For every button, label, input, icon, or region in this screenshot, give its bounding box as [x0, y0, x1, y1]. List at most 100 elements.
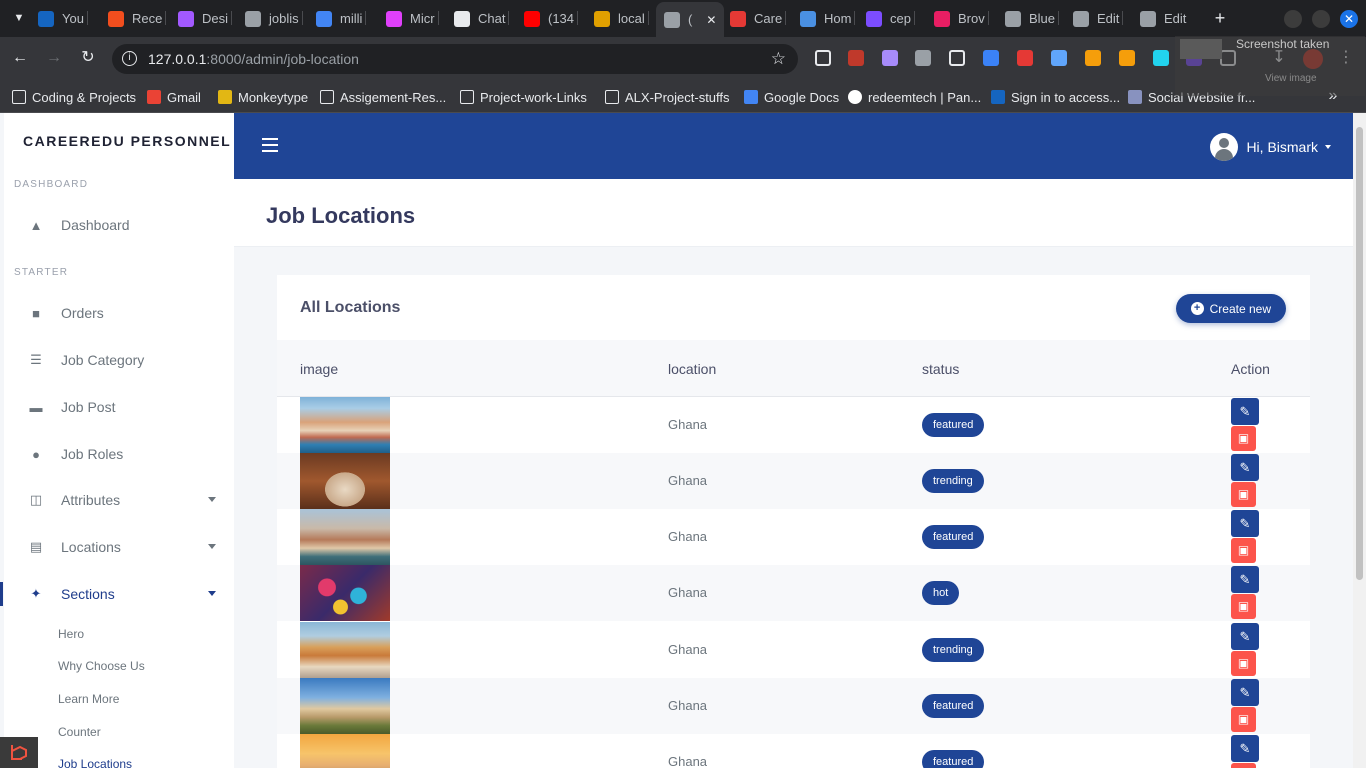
ublock-icon[interactable]	[848, 50, 864, 66]
delete-button[interactable]: ▣	[1231, 763, 1256, 768]
bookmark-item[interactable]: Project-work-Links	[460, 88, 587, 106]
browser-tab[interactable]: Micr	[386, 6, 439, 31]
sidebar-subitem-counter[interactable]: Counter	[58, 725, 101, 739]
pdf-extension-icon[interactable]	[1017, 50, 1033, 66]
bookmark-item[interactable]: Sign in to access...	[991, 88, 1120, 106]
bookmark-star-icon[interactable]: ☆	[771, 44, 786, 74]
sidebar-item-job-category[interactable]: ☰ Job Category	[4, 340, 234, 380]
color-extension-icon[interactable]	[1153, 50, 1169, 66]
sidebar-item-label: Dashboard	[61, 217, 130, 233]
browser-tab[interactable]: local	[594, 6, 649, 31]
page-scrollbar[interactable]	[1353, 113, 1366, 768]
trash-icon: ▣	[1237, 487, 1250, 501]
forward-icon[interactable]: →	[45, 49, 63, 67]
tab-search-icon[interactable]: ▼	[10, 9, 28, 27]
bookmark-item[interactable]: Google Docs	[744, 88, 839, 106]
google-icon	[848, 90, 862, 104]
location-image	[300, 565, 390, 621]
laravel-debugbar-badge[interactable]	[0, 737, 38, 768]
sidebar-item-job-post[interactable]: ▬ Job Post	[4, 387, 234, 427]
address-bar[interactable]: i 127.0.0.1:8000/admin/job-location ☆	[112, 44, 798, 74]
bookmark-item[interactable]: Coding & Projects	[12, 88, 136, 106]
browser-tab[interactable]: Edit	[1073, 6, 1124, 31]
browser-tab[interactable]: joblis	[245, 6, 303, 31]
edit-button[interactable]: ✎	[1231, 398, 1259, 425]
tab-close-icon[interactable]: ✕	[706, 13, 716, 27]
edit-button[interactable]: ✎	[1231, 454, 1259, 481]
edit-button[interactable]: ✎	[1231, 679, 1259, 706]
scrollbar-thumb[interactable]	[1356, 127, 1363, 580]
browser-tab[interactable]: (✕	[656, 2, 725, 37]
new-tab-icon[interactable]: +	[1211, 9, 1229, 27]
back-icon[interactable]: ←	[11, 49, 29, 67]
screenshot-icon	[1180, 39, 1222, 59]
chevron-down-icon	[208, 497, 216, 502]
browser-tab[interactable]: milli	[316, 6, 367, 31]
folder-icon	[12, 90, 26, 104]
edit-button[interactable]: ✎	[1231, 623, 1259, 650]
minimize-button[interactable]	[1284, 10, 1302, 28]
browser-tab[interactable]: Brov	[934, 6, 989, 31]
sidebar-subitem-job-locations[interactable]: Job Locations	[58, 757, 132, 768]
bookmark-item[interactable]: ALX-Project-stuffs	[605, 88, 730, 106]
bookmark-item[interactable]: Monkeytype	[218, 88, 308, 106]
sidebar-item-job-roles[interactable]: ● Job Roles	[4, 434, 234, 474]
screenshot-view-link[interactable]: View image	[1265, 73, 1317, 84]
highlighter-extension-icon[interactable]	[1085, 50, 1101, 66]
bookmark-label: Gmail	[167, 89, 201, 105]
sidebar-item-orders[interactable]: ■ Orders	[4, 293, 234, 333]
delete-button[interactable]: ▣	[1231, 538, 1256, 563]
browser-tab[interactable]: Blue	[1005, 6, 1060, 31]
triangle-extension-icon[interactable]	[815, 50, 831, 66]
edit-button[interactable]: ✎	[1231, 735, 1259, 762]
dropper-extension-icon[interactable]	[915, 50, 931, 66]
browser-tab[interactable]: Rece	[108, 6, 167, 31]
bookmark-label: Project-work-Links	[480, 89, 587, 105]
save-extension-icon[interactable]	[983, 50, 999, 66]
browser-tab[interactable]: You	[38, 6, 88, 31]
close-window-button[interactable]: ✕	[1340, 10, 1358, 28]
bookmark-item[interactable]: Assigement-Res...	[320, 88, 446, 106]
sidebar-item-attributes[interactable]: ◫ Attributes	[4, 480, 234, 520]
delete-button[interactable]: ▣	[1231, 426, 1256, 451]
bookmark-label: Coding & Projects	[32, 89, 137, 105]
location-cell: Ghana	[668, 698, 708, 713]
delete-button[interactable]: ▣	[1231, 594, 1256, 619]
reload-icon[interactable]: ↻	[79, 49, 97, 67]
browser-tab[interactable]: (134	[524, 6, 579, 31]
delete-button[interactable]: ▣	[1231, 651, 1256, 676]
sidebar-subitem-hero[interactable]: Hero	[58, 627, 84, 641]
tab-label: You	[62, 11, 84, 26]
edit-button[interactable]: ✎	[1231, 566, 1259, 593]
tab-favicon-icon	[866, 10, 882, 27]
edit-button[interactable]: ✎	[1231, 510, 1259, 537]
bookmark-item[interactable]: redeemtech | Pan...	[848, 88, 981, 106]
bookmark-item[interactable]: Gmail	[147, 88, 201, 106]
browser-tab[interactable]: cep	[866, 6, 915, 31]
hamburger-menu-icon[interactable]	[262, 138, 278, 156]
sidebar-item-dashboard[interactable]: ▲ Dashboard	[4, 205, 234, 245]
sidebar-item-sections[interactable]: ✦ Sections	[0, 574, 234, 614]
browser-tab[interactable]: Desi	[178, 6, 233, 31]
browser-tab[interactable]: Edit	[1140, 6, 1186, 31]
delete-button[interactable]: ▣	[1231, 707, 1256, 732]
screenshot-notification[interactable]: Screenshot taken View image	[1175, 36, 1365, 96]
sidebar-subitem-learn-more[interactable]: Learn More	[58, 692, 119, 706]
g-extension-icon[interactable]	[1119, 50, 1135, 66]
browser-tab[interactable]: Care	[730, 6, 787, 31]
sidebar-subitem-why-choose-us[interactable]: Why Choose Us	[58, 659, 145, 673]
sidebar-item-locations[interactable]: ▤ Locations	[4, 527, 234, 567]
browser-tab[interactable]: Chat	[454, 6, 510, 31]
user-dropdown[interactable]: Hi, Bismark	[1210, 133, 1331, 161]
maximize-button[interactable]	[1312, 10, 1330, 28]
tab-favicon-icon	[316, 10, 332, 27]
brand-logo[interactable]: CAREEREDU PERSONNEL	[23, 133, 231, 149]
delete-button[interactable]: ▣	[1231, 482, 1256, 507]
fx-extension-icon[interactable]	[949, 50, 965, 66]
site-info-icon[interactable]: i	[122, 51, 137, 66]
pen-extension-icon[interactable]	[882, 50, 898, 66]
create-new-button[interactable]: + Create new	[1175, 294, 1286, 323]
browser-tab[interactable]: Hom	[800, 6, 856, 31]
docs-extension-icon[interactable]	[1051, 50, 1067, 66]
section-header: Job Locations	[234, 179, 1353, 247]
